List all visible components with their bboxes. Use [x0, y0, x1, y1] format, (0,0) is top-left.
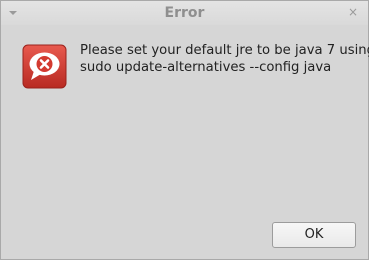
- message-line-1: Please set your default jre to be java 7…: [80, 43, 369, 58]
- title-bar[interactable]: Error ×: [1, 1, 368, 25]
- error-message: Please set your default jre to be java 7…: [80, 42, 369, 76]
- close-icon[interactable]: ×: [348, 6, 358, 18]
- ok-button[interactable]: OK: [272, 222, 356, 248]
- window-title: Error: [164, 5, 205, 21]
- message-line-2: sudo update-alternatives --config java: [80, 60, 332, 75]
- error-dialog-window: Error × Please set your default jre to b…: [0, 0, 369, 260]
- error-icon: [22, 44, 67, 89]
